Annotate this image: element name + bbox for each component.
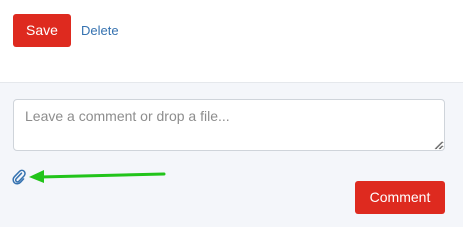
delete-link[interactable]: Delete [81,22,119,40]
action-bar: Save Delete [0,0,463,82]
comment-button[interactable]: Comment [355,181,445,214]
paperclip-icon[interactable] [12,169,26,185]
annotation-arrow-icon [29,170,166,183]
comment-panel: Comment [0,83,463,227]
save-button[interactable]: Save [13,14,71,47]
resize-handle-icon[interactable] [434,141,443,150]
comment-input[interactable] [13,99,445,151]
